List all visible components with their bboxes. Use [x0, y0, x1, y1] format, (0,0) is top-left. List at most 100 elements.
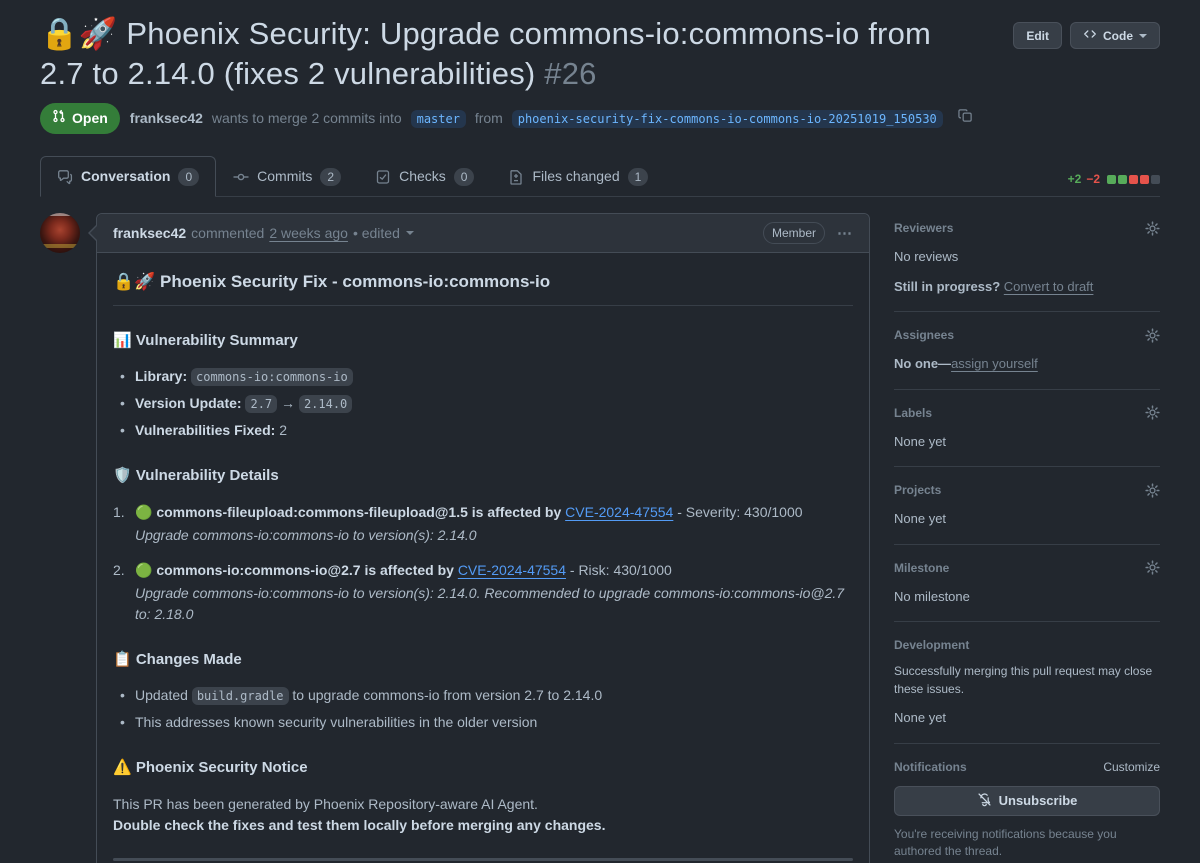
header-actions: Edit Code [1013, 22, 1160, 49]
severity-text: - Severity: 430/1000 [673, 504, 802, 520]
from-text: from [475, 110, 503, 126]
pr-sidebar: Reviewers No reviews Still in progress? … [894, 213, 1160, 863]
open-status-badge: Open [40, 103, 120, 134]
pr-tab-nav: Conversation 0 Commits 2 Checks 0 Files … [40, 156, 1160, 197]
chevron-down-icon [1139, 34, 1147, 38]
content-layout: franksec42 commented 2 weeks ago • edite… [40, 213, 1160, 863]
merge-text: wants to merge 2 commits into [212, 110, 402, 126]
comment-header-actions: Member ⋯ [763, 222, 853, 244]
fixed-label: Vulnerabilities Fixed: [135, 422, 279, 438]
projects-empty-text: None yet [894, 509, 1160, 529]
edited-dropdown-icon[interactable] [406, 231, 414, 235]
diffstat-block-del [1129, 175, 1138, 184]
comment-timestamp[interactable]: 2 weeks ago [269, 223, 348, 244]
labels-empty-text: None yet [894, 432, 1160, 452]
changes-suffix: to upgrade commons-io from version 2.7 t… [289, 687, 603, 703]
pull-request-icon [52, 108, 66, 129]
tab-conversation[interactable]: Conversation 0 [40, 156, 216, 197]
tab-commits-label: Commits [257, 166, 312, 187]
diffstat-block-neutral [1151, 175, 1160, 184]
gear-icon[interactable] [1145, 405, 1160, 420]
details-heading: 🛡️ Vulnerability Details [113, 465, 853, 488]
notice-paragraph: This PR has been generated by Phoenix Re… [113, 794, 853, 836]
milestone-title: Milestone [894, 559, 949, 577]
unsubscribe-label: Unsubscribe [999, 793, 1078, 808]
version-from-code: 2.7 [245, 395, 277, 413]
library-label: Library: [135, 368, 191, 384]
cve-link[interactable]: CVE-2024-47554 [458, 562, 566, 578]
assign-yourself-link[interactable]: assign yourself [951, 356, 1038, 371]
author-avatar[interactable] [40, 213, 80, 253]
comment-action: commented [191, 223, 264, 244]
code-button[interactable]: Code [1070, 22, 1160, 49]
open-status-label: Open [72, 108, 108, 129]
pr-title-text: 🔒🚀 Phoenix Security: Upgrade commons-io:… [40, 16, 931, 91]
copy-icon [958, 108, 973, 126]
notifications-note: You're receiving notifications because y… [894, 826, 1160, 861]
gear-icon[interactable] [1145, 560, 1160, 575]
diffstat-block-add [1107, 175, 1116, 184]
diffstat-deletions: −2 [1086, 170, 1100, 188]
diffstat-block-del [1140, 175, 1149, 184]
page-title: 🔒🚀 Phoenix Security: Upgrade commons-io:… [40, 14, 980, 93]
tab-checks[interactable]: Checks 0 [358, 156, 491, 197]
vulnerability-text: 🟢 commons-fileupload:commons-fileupload@… [135, 504, 565, 520]
diffstat-blocks [1107, 175, 1160, 184]
assignees-empty-text: No one— [894, 356, 951, 371]
version-label: Version Update: [135, 395, 245, 411]
edit-button[interactable]: Edit [1013, 22, 1062, 49]
timeline: franksec42 commented 2 weeks ago • edite… [40, 213, 870, 863]
pr-status-row: Open franksec42 wants to merge 2 commits… [40, 103, 980, 134]
diffstat-additions: +2 [1068, 170, 1082, 188]
kebab-menu-button[interactable]: ⋯ [837, 224, 853, 242]
item-content: 🟢 commons-io:commons-io@2.7 is affected … [135, 560, 853, 625]
unsubscribe-button[interactable]: Unsubscribe [894, 786, 1160, 816]
notifications-title: Notifications [894, 758, 967, 776]
commit-icon [233, 169, 249, 185]
merge-summary: franksec42 wants to merge 2 commits into… [130, 108, 973, 129]
tab-commits-count: 2 [320, 168, 341, 186]
summary-version-item: Version Update: 2.7 → 2.14.0 [113, 393, 853, 414]
copy-branch-button[interactable] [958, 108, 973, 126]
summary-library-item: Library: commons-io:commons-io [113, 366, 853, 387]
sidebar-section-labels: Labels None yet [894, 390, 1160, 468]
gear-icon[interactable] [1145, 221, 1160, 236]
remediation-note: Upgrade commons-io:commons-io to version… [135, 525, 803, 546]
sidebar-section-projects: Projects None yet [894, 467, 1160, 545]
code-icon [1083, 27, 1097, 44]
base-branch-label[interactable]: master [411, 110, 466, 128]
gradle-code: build.gradle [192, 687, 289, 705]
gear-icon[interactable] [1145, 328, 1160, 343]
sidebar-section-notifications: Notifications Customize Unsubscribe You'… [894, 744, 1160, 863]
vulnerability-text: 🟢 commons-io:commons-io@2.7 is affected … [135, 562, 458, 578]
head-branch-label[interactable]: phoenix-security-fix-commons-io-commons-… [512, 110, 943, 128]
remediation-note: Upgrade commons-io:commons-io to version… [135, 583, 853, 625]
comment-author[interactable]: franksec42 [113, 223, 186, 244]
reviewers-title: Reviewers [894, 219, 953, 237]
code-button-label: Code [1103, 29, 1133, 43]
comment-title: 🔒🚀 Phoenix Security Fix - commons-io:com… [113, 269, 853, 306]
tab-checks-label: Checks [399, 166, 446, 187]
file-diff-icon [508, 169, 524, 185]
pr-description-comment: franksec42 commented 2 weeks ago • edite… [96, 213, 870, 863]
risk-text: - Risk: 430/1000 [566, 562, 672, 578]
customize-link[interactable]: Customize [1103, 758, 1160, 776]
changes-prefix: Updated [135, 687, 192, 703]
assignees-title: Assignees [894, 326, 954, 344]
gear-icon[interactable] [1145, 483, 1160, 498]
conversation-icon [57, 169, 73, 185]
sidebar-section-reviewers: Reviewers No reviews Still in progress? … [894, 213, 1160, 312]
convert-to-draft-link[interactable]: Convert to draft [1004, 279, 1094, 294]
cve-link[interactable]: CVE-2024-47554 [565, 504, 673, 520]
sidebar-section-development: Development Successfully merging this pu… [894, 622, 1160, 744]
pr-number: #26 [544, 56, 596, 91]
labels-title: Labels [894, 404, 932, 422]
fixed-value: 2 [279, 422, 287, 438]
diffstat: +2 −2 [1068, 170, 1160, 196]
pr-author[interactable]: franksec42 [130, 110, 203, 126]
tab-conversation-label: Conversation [81, 166, 170, 187]
tab-files-changed[interactable]: Files changed 1 [491, 156, 665, 197]
tab-commits[interactable]: Commits 2 [216, 156, 358, 197]
bell-slash-icon [977, 792, 992, 810]
item-line: 🟢 commons-fileupload:commons-fileupload@… [135, 502, 803, 523]
